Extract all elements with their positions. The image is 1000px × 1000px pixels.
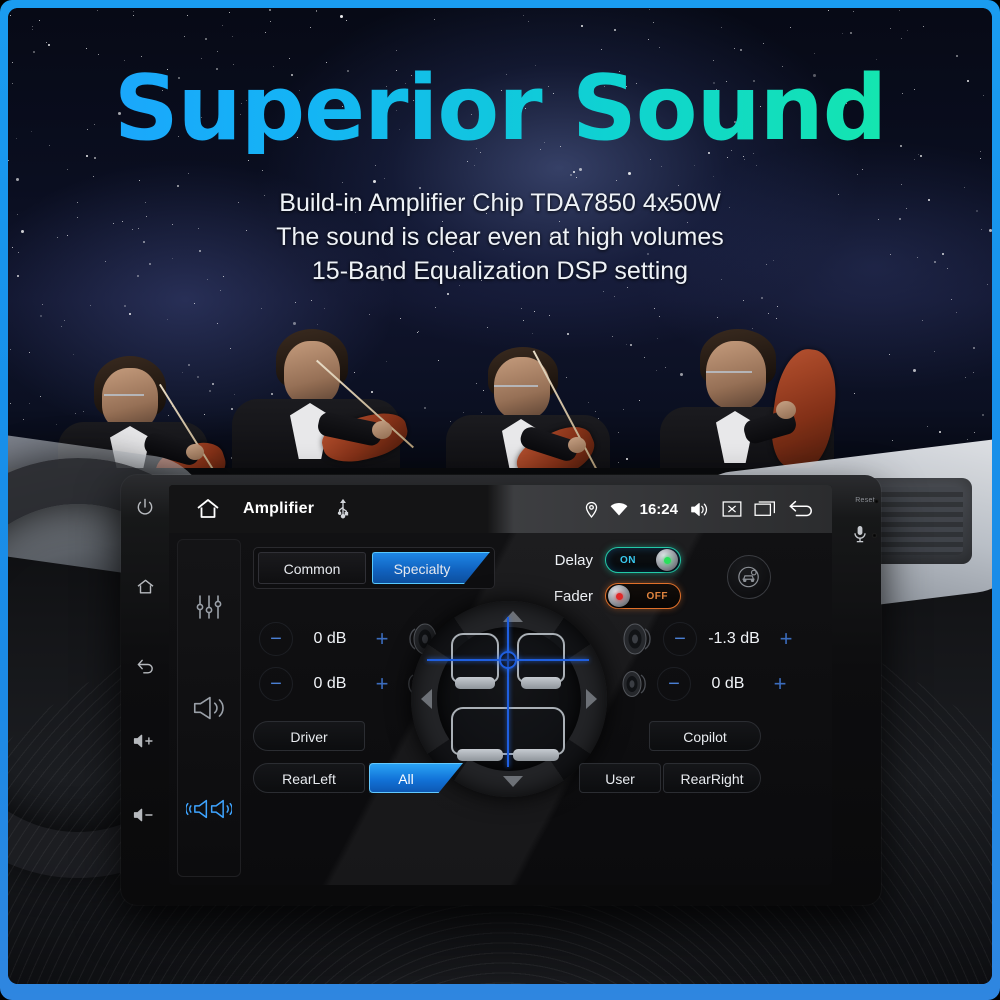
preset-rearright[interactable]: RearRight [663,763,761,793]
crosshair-vertical [507,617,509,767]
seat-driver [451,633,499,683]
page-title: Superior Sound [8,64,992,154]
microphone-icon [853,525,867,543]
microphone-pinhole [872,533,877,538]
rear-right-value: 0 dB [711,675,745,692]
home-button[interactable] [131,573,159,601]
front-left-value: 0 dB [313,630,347,647]
reset-pinhole[interactable] [874,499,879,504]
poster-inner: Superior Sound Build-in Amplifier Chip T… [8,8,992,984]
fader-toggle[interactable]: OFF [605,583,681,609]
volume-down-button[interactable] [131,801,159,829]
home-icon[interactable] [195,497,221,521]
recents-icon[interactable] [754,500,776,518]
front-left-minus[interactable]: − [259,622,293,656]
dpad-up-arrow[interactable] [503,611,523,622]
rear-right-minus[interactable]: − [657,667,691,701]
car-head-unit: Reset Amplifier 16:24 Common Specialty D… [121,475,881,905]
subtitle-block: Build-in Amplifier Chip TDA7850 4x50W Th… [8,186,992,288]
seat-rear-right-base [513,749,559,761]
crosshair-center[interactable] [499,651,517,669]
rear-left-value: 0 dB [313,675,347,692]
rear-right-plus[interactable]: + [765,671,795,697]
tab-common[interactable]: Common [258,552,366,584]
amplifier-app: Common Specialty Delay ON Fader OFF − 0 … [169,533,832,885]
car-settings-button[interactable] [727,555,771,599]
status-icons: 16:24 [585,499,814,519]
rear-left-minus[interactable]: − [259,667,293,701]
subtitle-line-3: 15-Band Equalization DSP setting [311,257,689,285]
app-title: Amplifier [243,500,315,517]
power-button[interactable] [131,493,159,521]
rear-right-speaker-icon [617,669,651,699]
preset-rearleft[interactable]: RearLeft [253,763,365,793]
fader-label: Fader [553,587,593,605]
fader-knob [608,585,630,607]
volume-up-button[interactable] [131,727,159,755]
clock: 16:24 [639,500,678,518]
delay-toggle[interactable]: ON [605,547,681,573]
usb-icon [336,499,350,519]
right-bezel: Reset [832,475,881,905]
mode-rail [177,539,241,877]
rear-left-plus[interactable]: + [367,671,397,697]
sidebar-item-balance[interactable] [183,781,235,837]
subtitle-line-1: Build-in Amplifier Chip TDA7850 4x50W [279,189,721,217]
hardware-button-rail [121,475,169,905]
sidebar-item-volume[interactable] [183,680,235,736]
delay-row: Delay ON [539,547,681,573]
reset-label: Reset [855,497,875,504]
location-icon [585,501,598,518]
preset-all[interactable]: All [369,763,463,793]
dpad-down-arrow[interactable] [503,776,523,787]
seat-copilot [517,633,565,683]
fader-row: Fader OFF [539,583,681,609]
touchscreen: Amplifier 16:24 Common Specialty Delay O… [169,485,832,885]
car-dashboard-background: Reset Amplifier 16:24 Common Specialty D… [8,432,992,984]
tab-specialty[interactable]: Specialty [372,552,490,584]
back-icon[interactable] [788,499,814,519]
level-front-right: − -1.3 dB + [617,621,801,657]
dpad-right-arrow[interactable] [586,689,597,709]
status-bar: Amplifier 16:24 [169,485,832,533]
preset-driver[interactable]: Driver [253,721,365,751]
front-right-speaker-icon [617,621,657,657]
delay-state-label: ON [620,554,636,566]
seat-diagram [427,617,589,775]
front-left-plus[interactable]: + [367,626,397,652]
subtitle-line-2: The sound is clear even at high volumes [276,223,724,251]
volume-icon[interactable] [690,501,710,518]
amplifier-content: Common Specialty Delay ON Fader OFF − 0 … [249,533,832,885]
sidebar-item-equalizer[interactable] [183,579,235,635]
poster: Superior Sound Build-in Amplifier Chip T… [0,0,1000,1000]
front-right-plus[interactable]: + [771,626,801,652]
mode-tabs: Common Specialty [253,547,495,589]
seat-driver-base [455,677,495,689]
delay-label: Delay [554,551,593,569]
preset-user[interactable]: User [579,763,661,793]
delay-knob [656,549,678,571]
wifi-icon [610,502,628,516]
seat-rear-left-base [457,749,503,761]
fader-state-label: OFF [646,590,668,602]
level-rear-right: − 0 dB + [617,667,795,701]
front-right-value: -1.3 dB [708,630,760,647]
level-front-left: − 0 dB + [259,621,443,657]
back-button[interactable] [131,653,159,681]
close-icon[interactable] [722,500,742,518]
preset-copilot[interactable]: Copilot [649,721,761,751]
seat-copilot-base [521,677,561,689]
dpad-left-arrow[interactable] [421,689,432,709]
front-right-minus[interactable]: − [663,622,697,656]
